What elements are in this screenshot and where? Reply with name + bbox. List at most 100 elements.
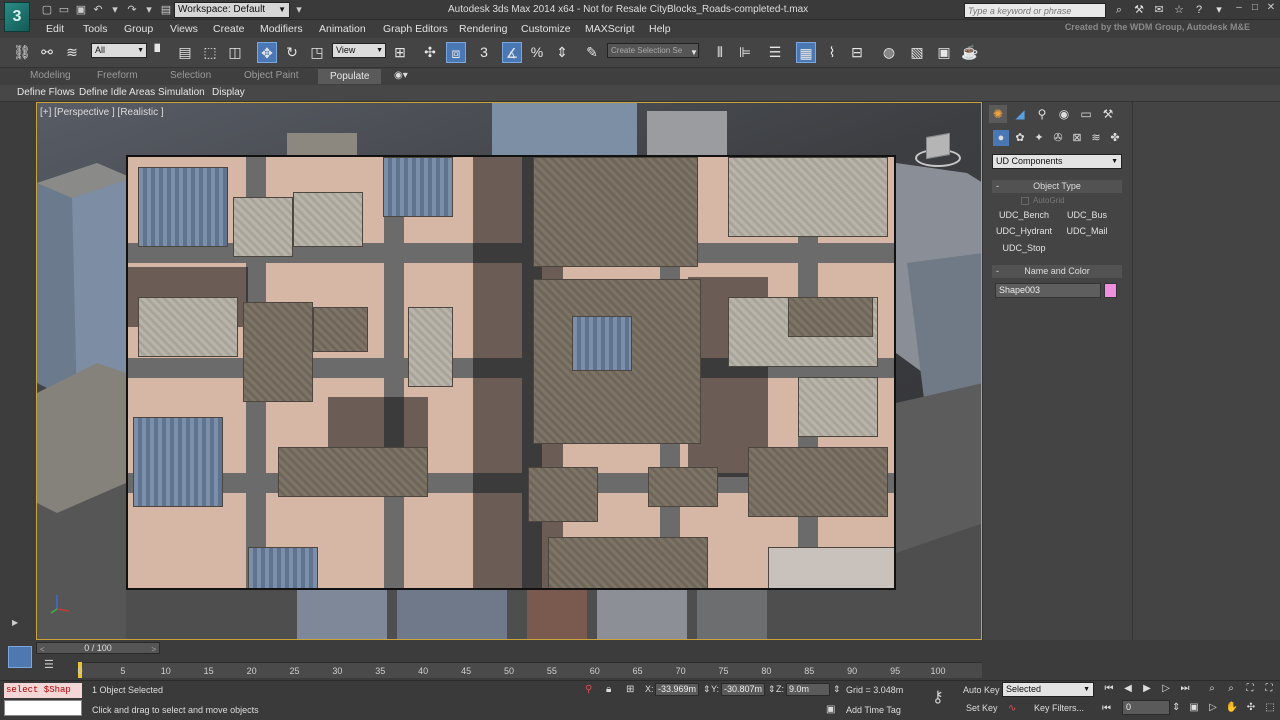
menu-graph-editors[interactable]: Graph Editors bbox=[383, 23, 448, 35]
layer-manager-icon[interactable]: ☰ bbox=[765, 42, 785, 63]
save-file-icon[interactable]: ▣ bbox=[74, 3, 88, 17]
menu-group[interactable]: Group bbox=[124, 23, 153, 35]
unlink-icon[interactable]: ⚯ bbox=[37, 42, 57, 63]
render-production-icon[interactable]: ☕ bbox=[960, 42, 980, 63]
chevron-down-icon[interactable]: ▼ bbox=[688, 42, 700, 63]
communication-icon[interactable]: ✉ bbox=[1152, 3, 1166, 17]
select-and-move-icon[interactable]: ✥ bbox=[257, 42, 277, 63]
motion-tab-icon[interactable]: ◉ bbox=[1055, 105, 1073, 123]
auto-key-button[interactable]: Auto Key bbox=[963, 685, 1000, 695]
viewcube[interactable] bbox=[913, 127, 963, 171]
helpers-icon[interactable]: ⊠ bbox=[1069, 130, 1085, 146]
panel-display[interactable]: Display bbox=[212, 87, 245, 98]
schematic-view-icon[interactable]: ⊟ bbox=[847, 42, 867, 63]
set-key-button[interactable]: Set Key bbox=[966, 703, 998, 713]
reference-coordinate-dropdown[interactable]: View ▼ bbox=[332, 43, 386, 58]
maximize-viewport-icon[interactable]: ✣ bbox=[1243, 702, 1259, 713]
select-and-link-icon[interactable]: ⛓ bbox=[12, 42, 32, 63]
tab-freeform[interactable]: Freeform bbox=[97, 70, 138, 81]
trackbar-menu-icon[interactable]: ☰ bbox=[44, 658, 54, 671]
udc-bus-button[interactable]: UDC_Bus bbox=[1057, 208, 1117, 223]
pivot-center-icon[interactable]: ⊞ bbox=[390, 42, 410, 63]
window-crossing-icon[interactable]: ◫ bbox=[225, 42, 245, 63]
key-mode-toggle-icon[interactable]: ⏮ bbox=[1102, 703, 1111, 714]
percent-snap-icon[interactable]: % bbox=[527, 42, 547, 63]
menu-rendering[interactable]: Rendering bbox=[459, 23, 507, 35]
next-key-icon[interactable]: ▷ bbox=[1159, 683, 1173, 694]
cameras-icon[interactable]: ✇ bbox=[1050, 130, 1066, 146]
favorites-icon[interactable]: ☆ bbox=[1172, 3, 1186, 17]
menu-help[interactable]: Help bbox=[649, 23, 671, 35]
align-icon[interactable]: ⊫ bbox=[735, 42, 755, 63]
absolute-mode-icon[interactable]: ⊞ bbox=[626, 684, 634, 695]
minimize-icon[interactable]: – bbox=[1234, 2, 1244, 13]
menu-edit[interactable]: Edit bbox=[46, 23, 64, 35]
hierarchy-tab-icon[interactable]: ⚲ bbox=[1033, 105, 1051, 123]
pan-icon[interactable]: ▷ bbox=[1205, 702, 1221, 713]
top-view-texture-plane[interactable] bbox=[126, 155, 896, 590]
zoom-icon[interactable]: ⌕ bbox=[1204, 683, 1220, 694]
named-selection-set-field[interactable]: Create Selection Se bbox=[607, 43, 699, 58]
selection-lock-icon[interactable]: 🔒︎ bbox=[606, 684, 611, 695]
open-file-icon[interactable]: ▭ bbox=[57, 3, 71, 17]
x-spinner-icon[interactable]: ⇕ bbox=[703, 684, 711, 695]
utilities-tab-icon[interactable]: ⚒ bbox=[1099, 105, 1117, 123]
zoom-extents-icon[interactable]: ⛶ bbox=[1242, 683, 1258, 694]
undo-dropdown-icon[interactable]: ▾ bbox=[108, 3, 122, 17]
object-type-rollout[interactable]: - Object Type bbox=[992, 180, 1122, 193]
object-color-swatch[interactable] bbox=[1104, 283, 1117, 298]
ribbon-options-icon[interactable]: ◉▾ bbox=[394, 70, 408, 81]
search-input[interactable]: Type a keyword or phrase bbox=[964, 3, 1106, 18]
perspective-viewport[interactable]: [+] [Perspective ] [Realistic ] bbox=[36, 102, 982, 640]
shapes-icon[interactable]: ✿ bbox=[1012, 130, 1028, 146]
previous-key-icon[interactable]: ◀ bbox=[1121, 683, 1135, 694]
udc-hydrant-button[interactable]: UDC_Hydrant bbox=[994, 224, 1054, 239]
menu-tools[interactable]: Tools bbox=[83, 23, 108, 35]
help-icon[interactable]: ? bbox=[1192, 3, 1206, 17]
viewport-toggle-icon[interactable]: ⬚ bbox=[1262, 702, 1278, 713]
select-and-rotate-icon[interactable]: ↻ bbox=[282, 42, 302, 63]
project-folder-icon[interactable]: ▤ bbox=[159, 3, 173, 17]
snaps-toggle-icon[interactable]: 3 bbox=[474, 42, 494, 63]
go-to-end-icon[interactable]: ⏭ bbox=[1178, 683, 1192, 694]
zoom-all-icon[interactable]: ⌕ bbox=[1223, 683, 1239, 694]
redo-icon[interactable]: ↷ bbox=[125, 3, 139, 17]
udc-mail-button[interactable]: UDC_Mail bbox=[1057, 224, 1117, 239]
render-setup-icon[interactable]: ▧ bbox=[907, 42, 927, 63]
space-warps-icon[interactable]: ≋ bbox=[1088, 130, 1104, 146]
menu-customize[interactable]: Customize bbox=[521, 23, 571, 35]
category-dropdown[interactable]: UD Components ▼ bbox=[992, 154, 1122, 169]
workspace-dropdown[interactable]: Workspace: Default ▼ bbox=[174, 2, 290, 18]
tab-populate[interactable]: Populate bbox=[318, 69, 382, 84]
panel-define-flows[interactable]: Define Flows bbox=[17, 87, 75, 98]
go-to-start-icon[interactable]: ⏮ bbox=[1102, 683, 1116, 694]
udc-bench-button[interactable]: UDC_Bench bbox=[994, 208, 1054, 223]
undo-icon[interactable]: ↶ bbox=[91, 3, 105, 17]
maxscript-input-field[interactable] bbox=[4, 700, 82, 716]
select-object-icon[interactable]: ▘ bbox=[150, 42, 170, 63]
set-key-mode-icon[interactable]: ⚷ bbox=[932, 687, 944, 707]
panel-define-idle-areas[interactable]: Define Idle Areas bbox=[79, 87, 155, 98]
keyboard-shortcut-override-icon[interactable]: ⧈ bbox=[446, 42, 466, 63]
edit-named-selections-icon[interactable]: ✎ bbox=[582, 42, 602, 63]
menu-maxscript[interactable]: MAXScript bbox=[585, 23, 635, 35]
current-frame-field[interactable]: 0 bbox=[1122, 700, 1170, 715]
previous-frame-icon[interactable]: < bbox=[40, 645, 45, 655]
y-spinner-icon[interactable]: ⇕ bbox=[768, 684, 776, 695]
panel-simulation[interactable]: Simulation bbox=[158, 87, 205, 98]
expand-arrow-icon[interactable]: ▶ bbox=[12, 618, 18, 627]
add-time-tag-button[interactable]: Add Time Tag bbox=[846, 705, 901, 715]
maximize-icon[interactable]: □ bbox=[1250, 2, 1260, 13]
tab-object-paint[interactable]: Object Paint bbox=[244, 70, 298, 81]
key-mode-dropdown[interactable]: Selected ▼ bbox=[1002, 682, 1094, 697]
menu-animation[interactable]: Animation bbox=[319, 23, 366, 35]
object-name-field[interactable]: Shape003 bbox=[995, 283, 1101, 298]
create-tab-icon[interactable]: ✺ bbox=[989, 105, 1007, 123]
select-by-name-icon[interactable]: ▤ bbox=[175, 42, 195, 63]
time-slider[interactable]: < 0 / 100 > bbox=[36, 642, 160, 654]
maxscript-listener-field[interactable]: select $Shap bbox=[4, 683, 82, 698]
zoom-extents-all-icon[interactable]: ⛶ bbox=[1261, 683, 1277, 694]
curve-editor-icon[interactable]: ⌇ bbox=[822, 42, 842, 63]
tab-modeling[interactable]: Modeling bbox=[30, 70, 71, 81]
lights-icon[interactable]: ✦ bbox=[1031, 130, 1047, 146]
